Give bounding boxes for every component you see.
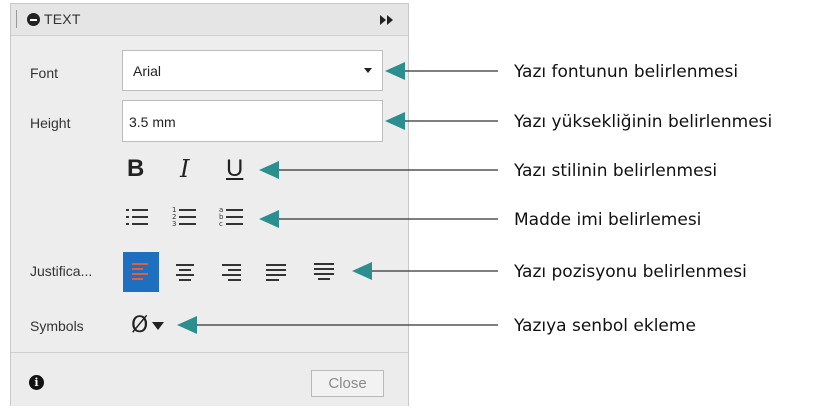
annotation-symbol: Yazıya senbol ekleme [514,316,696,336]
annotation-style: Yazı stilinin belirlenmesi [514,161,718,181]
annotation-height: Yazı yüksekliğinin belirlenmesi [514,112,773,132]
arrowhead-symbol [177,316,197,334]
arrowhead-justify [352,262,372,280]
arrowhead-style [259,161,279,179]
arrowhead-font [385,62,405,80]
annotation-list: Madde imi belirlemesi [514,210,702,230]
annotation-font: Yazı fontunun belirlenmesi [514,62,739,82]
arrowhead-list [259,210,279,228]
annotation-justify: Yazı pozisyonu belirlenmesi [514,262,747,282]
arrowhead-height [385,112,405,130]
